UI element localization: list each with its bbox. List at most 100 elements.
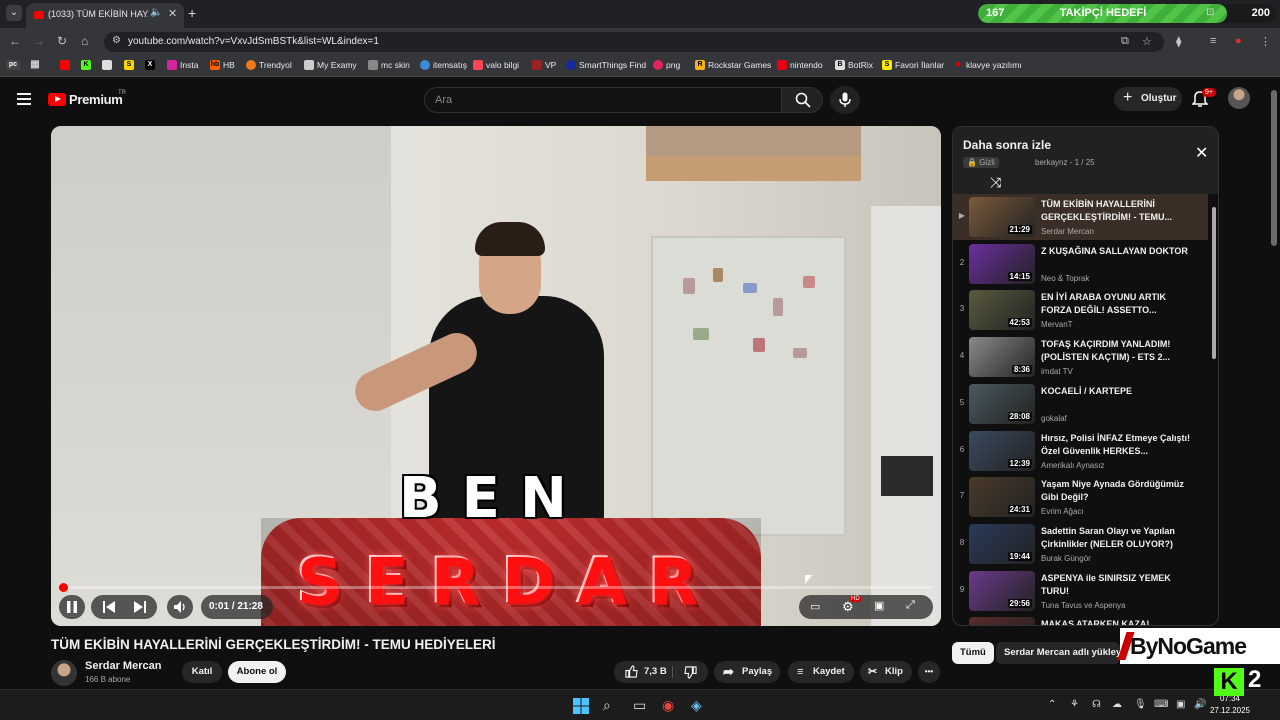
playlist-item-thumbnail[interactable]: 14:15 [969,243,1035,284]
playlist-item[interactable]: 6 12:39 Hırsız, Polisi İNFAZ Etmeye Çalışt… [953,428,1208,474]
page-scrollbar[interactable] [1271,90,1277,246]
playlist-item-thumbnail[interactable]: 21:29 [969,197,1035,237]
bookmark-valo-bilgi[interactable]: valo bilgi [473,60,519,70]
tray-overflow-icon[interactable]: ⌃ [1048,699,1056,710]
tray-app-icon[interactable]: ⚘ [1070,699,1079,710]
channel-avatar[interactable] [51,660,77,686]
theater-mode-icon[interactable]: ▣ [874,599,884,612]
chrome-taskbar-icon[interactable]: ◉ [662,697,674,714]
kick-bookmark-icon[interactable]: K [81,60,91,70]
new-tab-button[interactable]: + [188,5,196,21]
voice-search-button[interactable] [830,86,860,114]
tray-keyboard-icon[interactable]: ⌨ [1154,699,1168,710]
pc-bookmark-icon[interactable]: pc [6,60,20,70]
save-button[interactable]: ≡ Kaydet [788,661,854,683]
bookmark-png[interactable]: png [653,60,680,70]
bookmark-itemsatis[interactable]: itemsatış [420,60,467,70]
steam-taskbar-icon[interactable]: ◈ [691,697,702,714]
dislike-thumb-icon[interactable] [684,666,697,679]
home-icon[interactable]: ⌂ [81,34,88,48]
playlist-title[interactable]: Daha sonra izle [963,138,1051,152]
s-bookmark-icon[interactable]: S [124,60,134,70]
install-app-icon[interactable]: ⧉ [1121,35,1129,48]
playlist-item[interactable]: 2 14:15 Z KUŞAĞINA SALLAYAN DOKTOR Neo & To… [953,241,1208,287]
bookmark-nintendo[interactable]: nintendo [777,60,823,70]
fullscreen-icon[interactable]: ⤢ [906,599,915,612]
video-player[interactable]: BEN SERDAR 0:01 / 21:28 ▭ ⚙ HD ▣ ⤢ [51,126,941,626]
like-count[interactable]: 7,3 B [644,661,667,683]
bookmark-hb[interactable]: hb HB [210,60,235,70]
playlist-item[interactable]: 7 24:31 Yaşam Niye Aynada Gördüğümüz Gibi … [953,474,1208,520]
close-icon[interactable]: ✕ [1195,143,1208,163]
previous-track-icon[interactable] [103,601,115,613]
tab-audio-icon[interactable]: 🔈 [150,7,162,18]
playlist-item-thumbnail[interactable]: 28:08 [969,383,1035,424]
playlist-item-thumbnail[interactable]: 8:36 [969,337,1035,378]
chip-channel[interactable]: Serdar Mercan adlı yükleyic [996,642,1120,664]
bookmark-trendyol[interactable]: Trendyol [246,60,292,70]
youtube-bookmark-icon[interactable] [60,60,70,70]
playlist-item-thumbnail[interactable]: 19:44 [969,523,1035,564]
reload-icon[interactable]: ↻ [57,34,67,48]
subtitles-icon[interactable]: ▭ [810,600,820,613]
playlist-item[interactable]: 3 42:53 EN İYİ ARABA OYUNU ARTIK FORZA DEĞ… [953,287,1208,333]
bookmark-botrix[interactable]: B BotRix [835,60,873,70]
bookmark-star-icon[interactable]: ☆ [1142,35,1152,48]
windows-start-icon[interactable] [573,698,589,714]
bookmark-my-examy[interactable]: My Examy [304,60,357,70]
next-track-icon[interactable] [134,601,146,613]
search-input[interactable]: Ara [424,87,782,113]
roblox-bookmark-icon[interactable] [102,60,112,70]
chrome-menu-icon[interactable]: ⋮ [1260,35,1271,48]
bookmark-insta[interactable]: Insta [167,60,198,70]
tray-cloud-icon[interactable]: ☁ [1112,699,1122,710]
like-thumb-icon[interactable] [625,665,638,678]
play-pause-button[interactable] [59,595,85,619]
account-avatar[interactable] [1228,87,1250,109]
bookmark-favori-ilanlar[interactable]: S Favori İlanlar [882,60,944,70]
subscribe-button[interactable]: Abone ol [228,661,286,683]
taskbar-clock[interactable]: 07:34 27.12.2025 [1208,693,1252,717]
bookmark-klavye-yazilimi[interactable]: ◆ klavye yazılımı [953,60,1021,70]
playlist-item[interactable]: 5 28:08 KOCAELİ / KARTEPE gokalaf [953,381,1208,427]
playlist-item[interactable]: 4 8:36 TOFAŞ KAÇIRDIM YANLADIM! (POLİSTEN … [953,334,1208,380]
tab-close-icon[interactable]: ✕ [168,7,177,20]
youtube-logo-icon[interactable] [48,93,66,106]
share-button[interactable]: ➦ Paylaş [714,661,780,683]
browser-tab-active[interactable]: (1033) TÜM EKİBİN HAYALL 🔈 ✕ [26,3,184,28]
bookmark-vp[interactable]: VP [532,60,556,70]
join-button[interactable]: Katıl [182,661,222,683]
profile-icon[interactable]: ● [1235,35,1242,47]
menu-hamburger-icon[interactable] [17,93,31,108]
tray-mic-icon[interactable]: 🎙 [1134,699,1147,710]
create-button[interactable]: + Oluştur [1114,87,1182,111]
playlist-item[interactable]: 10MAKAS ATARKEN KAZA! [953,614,1208,625]
playlist-item[interactable]: 8 19:44 Sadettin Saran Olayı ve Yapılan Çi… [953,521,1208,567]
apps-grid-icon[interactable]: ▦ [30,60,40,70]
back-arrow-icon[interactable]: ← [9,34,21,48]
playlist-item[interactable]: ▶ 21:29 TÜM EKİBİN HAYALLERİNİ GERÇEKLEŞTİ… [953,194,1208,240]
extensions-icon[interactable]: ⧫ [1176,35,1181,48]
tray-network-icon[interactable]: ▣ [1176,699,1185,710]
site-info-icon[interactable]: ⚙ [112,35,121,46]
shuffle-icon[interactable]: ⤨ [990,174,1001,191]
playlist-item[interactable]: 9 29:56 ASPENYA ile SINIRSIZ YEMEK TURU! Tu… [953,568,1208,614]
tray-discord-icon[interactable]: ☊ [1092,699,1101,710]
tray-volume-icon[interactable]: 🔊 [1194,699,1206,710]
search-button[interactable] [781,87,823,113]
channel-name[interactable]: Serdar Mercan [85,660,161,672]
x-bookmark-icon[interactable]: X [145,60,155,70]
address-bar[interactable]: ⚙ youtube.com/watch?v=VxvJdSmBSTk&list=W… [104,32,1164,52]
more-actions-button[interactable]: ••• [918,661,940,683]
bookmark-rockstar-games[interactable]: R Rockstar Games [695,60,771,70]
playlist-item-thumbnail[interactable] [969,617,1035,625]
task-view-icon[interactable]: ▭ [633,697,646,714]
playlist-item-thumbnail[interactable]: 29:56 [969,570,1035,611]
youtube-brand-name[interactable]: Premium [69,92,123,107]
forward-arrow-icon[interactable]: → [33,34,45,48]
playlist-scrollbar[interactable] [1212,207,1216,359]
reading-list-icon[interactable]: ≡ [1210,35,1216,47]
playlist-item-thumbnail[interactable]: 12:39 [969,430,1035,471]
bookmark-smartthings-find[interactable]: SmartThings Find [566,60,646,70]
chip-all[interactable]: Tümü [952,642,994,664]
